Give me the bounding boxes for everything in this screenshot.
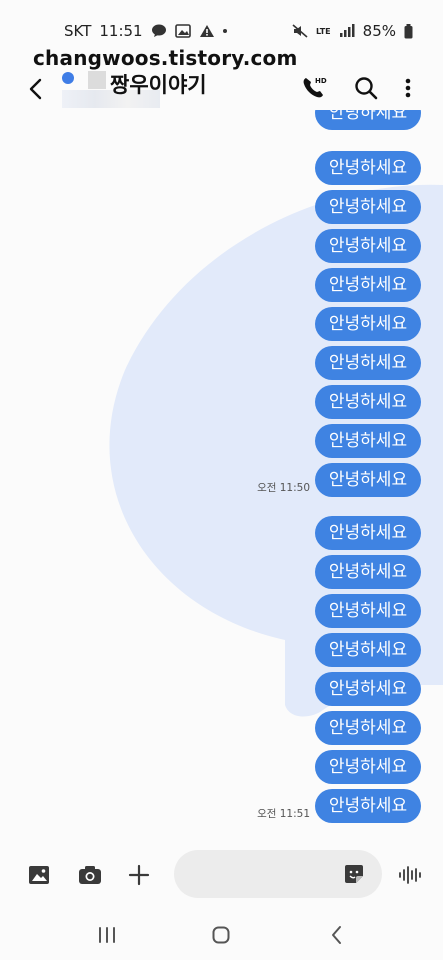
message-timestamp: 오전 11:51 (257, 808, 310, 820)
message-bubble[interactable]: 안녕하세요 (315, 151, 421, 185)
message-bubble[interactable]: 안녕하세요 (315, 385, 421, 419)
warning-icon (199, 25, 214, 37)
network-type: LTE (315, 26, 331, 36)
attach-button[interactable] (124, 860, 154, 890)
mute-icon (292, 24, 308, 38)
signal-icon (339, 24, 355, 37)
search-button[interactable] (350, 72, 382, 104)
message-bubble[interactable]: 안녕하세요 (315, 346, 421, 380)
battery-icon (404, 23, 413, 38)
talk-notification-icon (151, 24, 166, 37)
gallery-button[interactable] (24, 860, 54, 890)
message-bubble[interactable]: 안녕하세요 (315, 711, 421, 745)
image-notification-icon (174, 24, 191, 38)
message-timestamp: 오전 11:50 (257, 482, 310, 494)
hd-voice-call-icon: HD (303, 77, 327, 98)
plus-icon (128, 864, 150, 886)
status-bar: SKT 11:51 LTE 85% (0, 0, 443, 40)
message-bubble[interactable]: 안녕하세요 (315, 463, 421, 497)
clock: 11:51 (99, 22, 143, 40)
status-left: SKT 11:51 (64, 22, 227, 40)
voice-waveform-icon (399, 866, 421, 884)
hd-call-button[interactable]: HD (298, 72, 330, 104)
nav-back-icon (332, 926, 341, 944)
more-options-button[interactable] (396, 72, 420, 104)
blurred-profile-image (88, 71, 106, 89)
battery-percent: 85% (362, 22, 396, 40)
message-bubble[interactable]: 안녕하세요 (315, 555, 421, 589)
back-arrow-icon (29, 78, 42, 100)
sticker-button[interactable] (342, 862, 366, 886)
contact-name[interactable]: 짱우이야기 (110, 69, 207, 99)
more-notifications-dot (222, 29, 227, 33)
more-vertical-icon (405, 78, 411, 98)
back-button[interactable] (20, 72, 54, 106)
message-bubble[interactable]: 안녕하세요 (315, 789, 421, 823)
message-bubble[interactable]: 안녕하세요 (315, 516, 421, 550)
recents-button[interactable] (92, 922, 122, 948)
status-right: LTE 85% (292, 22, 413, 40)
system-back-button[interactable] (322, 922, 352, 948)
message-list[interactable]: 안녕하세요 안녕하세요 안녕하세요 안녕하세요 안녕하세요 안녕하세요 안녕하세요 안녕하세요… (0, 110, 443, 830)
camera-icon (79, 866, 101, 884)
message-bubble[interactable]: 안녕하세요 (315, 110, 421, 130)
message-bubble[interactable]: 안녕하세요 (315, 190, 421, 224)
conversation-header: 짱우이야기 HD (0, 64, 443, 114)
camera-button[interactable] (74, 860, 106, 890)
home-icon (212, 926, 230, 944)
message-composer (0, 848, 443, 900)
svg-text:HD: HD (315, 77, 327, 85)
message-bubble[interactable]: 안녕하세요 (315, 268, 421, 302)
recents-icon (99, 927, 115, 943)
gallery-icon (29, 866, 49, 884)
voice-record-button[interactable] (396, 862, 424, 888)
home-button[interactable] (206, 922, 236, 948)
message-bubble[interactable]: 안녕하세요 (315, 633, 421, 667)
message-bubble[interactable]: 안녕하세요 (315, 424, 421, 458)
search-icon (355, 77, 378, 100)
message-bubble[interactable]: 안녕하세요 (315, 229, 421, 263)
sticker-icon (345, 865, 363, 883)
message-bubble[interactable]: 안녕하세요 (315, 750, 421, 784)
system-navigation-bar (0, 912, 443, 960)
carrier-label: SKT (64, 22, 92, 40)
message-bubble[interactable]: 안녕하세요 (315, 594, 421, 628)
message-bubble[interactable]: 안녕하세요 (315, 672, 421, 706)
message-bubble[interactable]: 안녕하세요 (315, 307, 421, 341)
contact-avatar[interactable] (62, 72, 74, 84)
